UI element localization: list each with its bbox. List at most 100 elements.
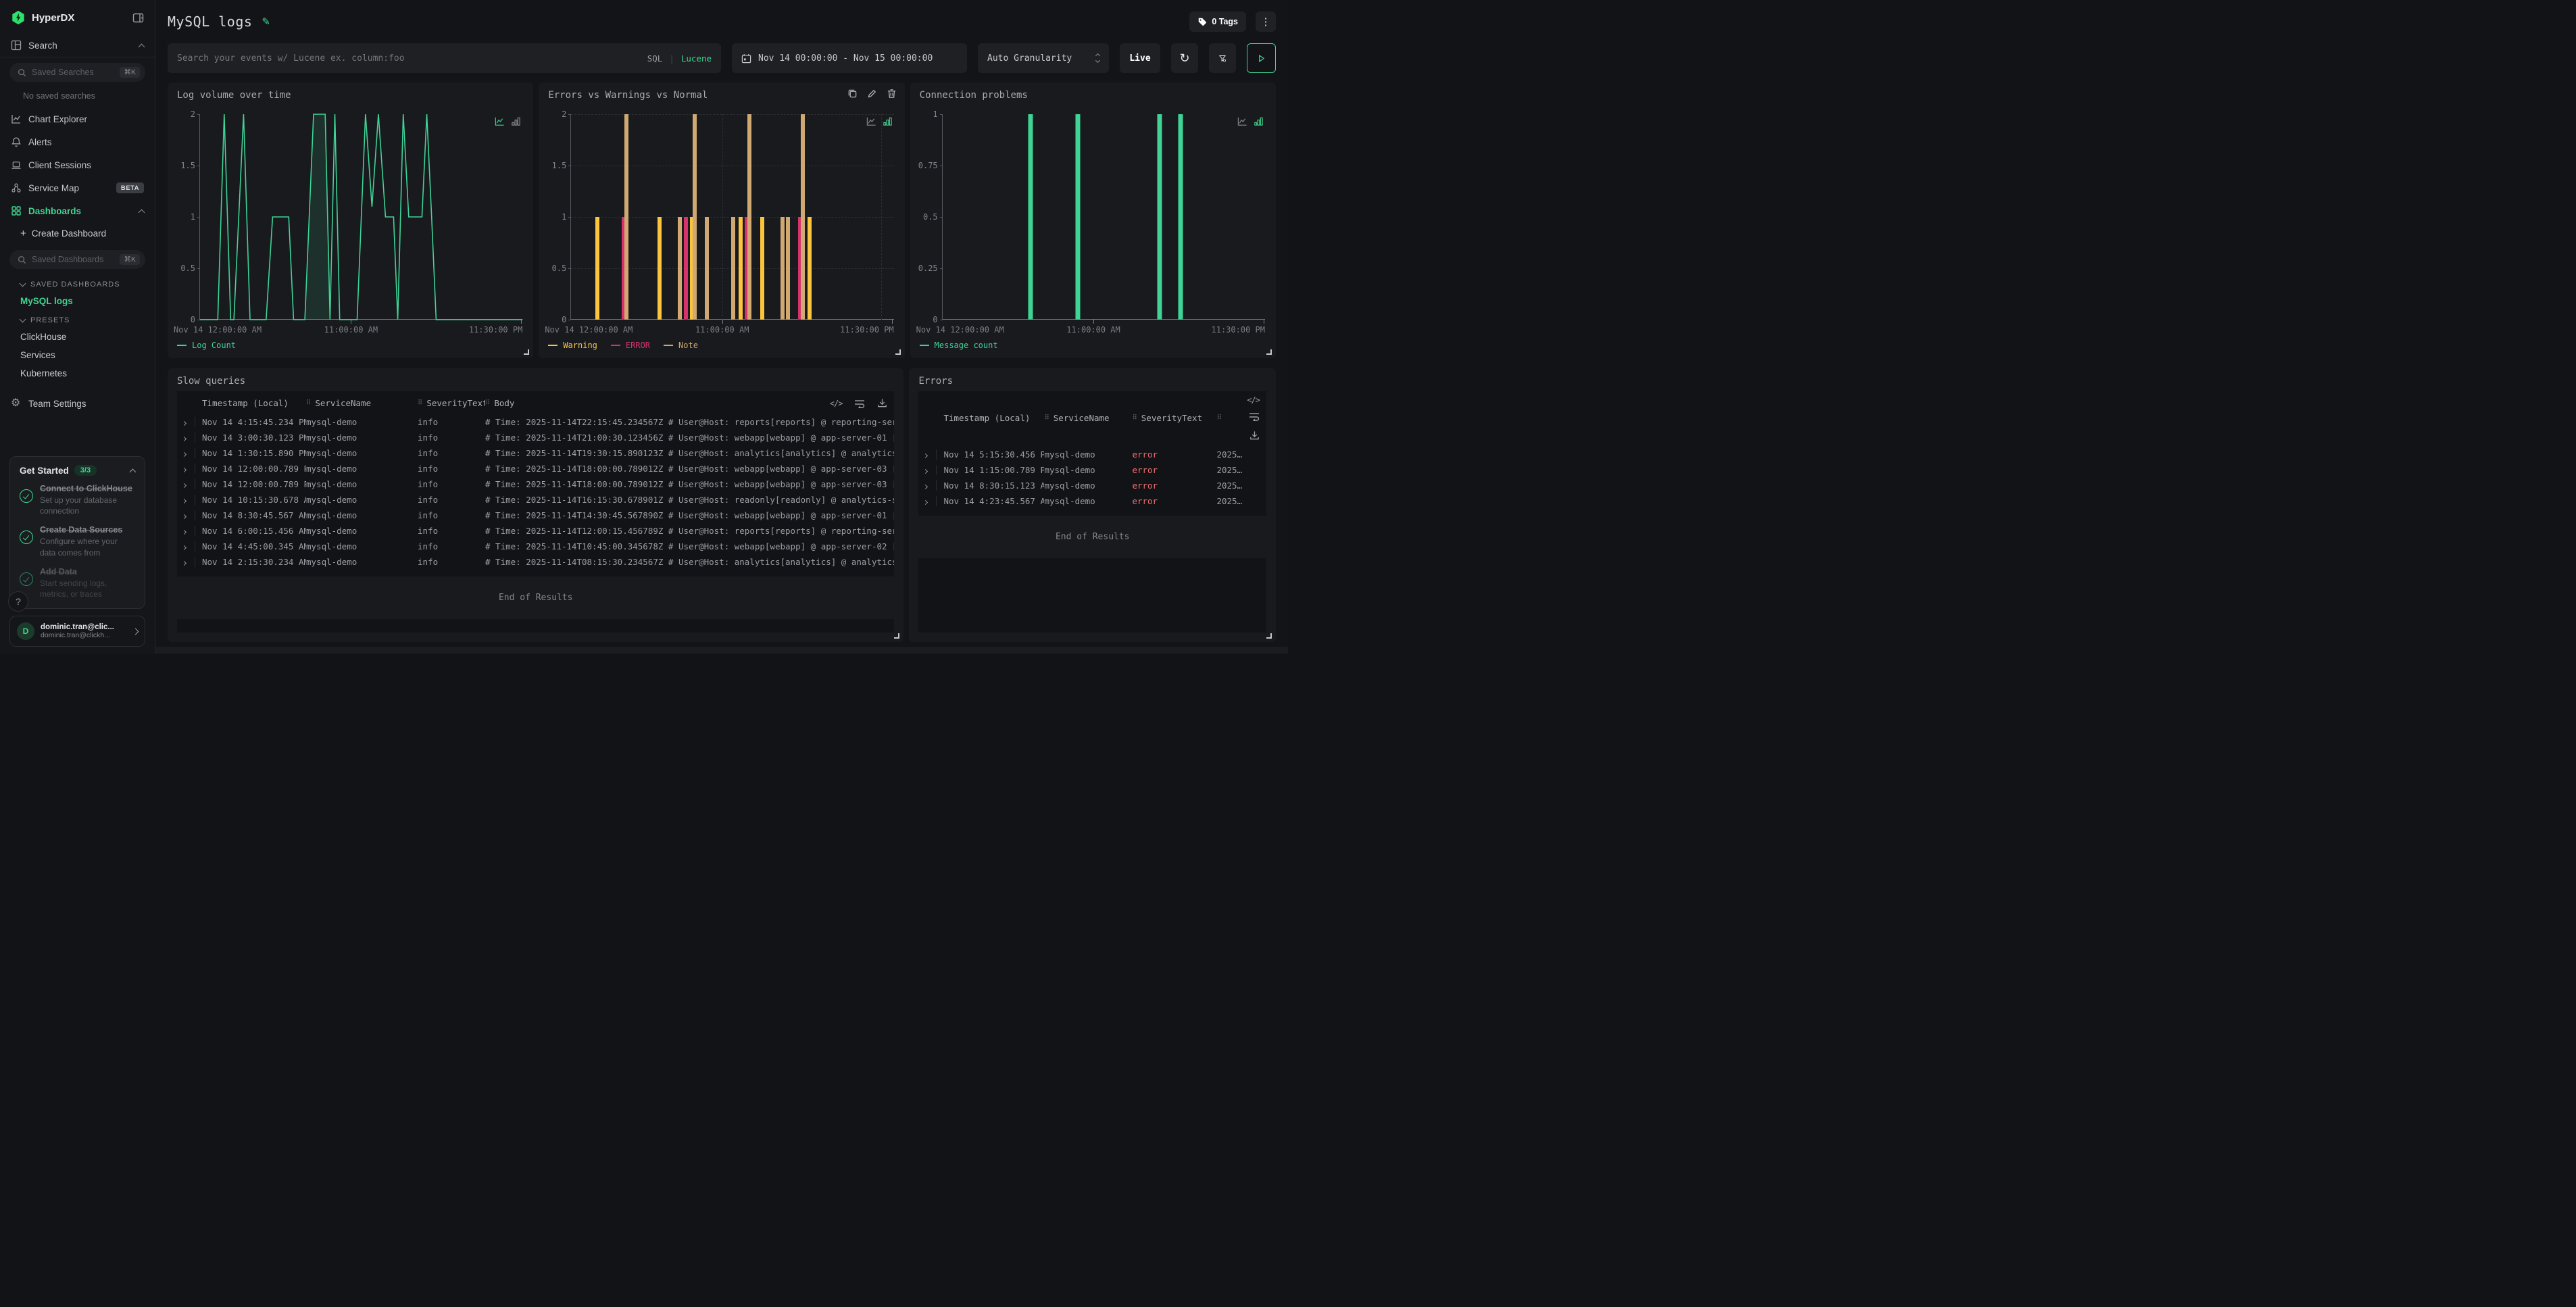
bar-message-count[interactable] [1178,114,1183,320]
bar-warning[interactable] [739,217,743,320]
bar-warning[interactable] [595,217,599,320]
bar-error[interactable] [684,217,688,320]
live-button[interactable]: Live [1120,43,1160,73]
tags-button[interactable]: 0 Tags [1189,11,1246,32]
bar-warning[interactable] [808,217,812,320]
granularity-select[interactable]: Auto Granularity [978,43,1109,73]
sidebar-item-search[interactable]: Search [0,34,155,57]
bar-note[interactable] [693,114,697,320]
table-row[interactable]: Nov 14 12:00:00.789 PMmysql-demoinfo# Ti… [177,461,894,476]
chevron-up-icon[interactable] [139,209,145,216]
bar-note[interactable] [678,217,682,320]
filter-button[interactable] [1209,43,1236,73]
chevron-up-icon[interactable] [139,43,145,50]
expand-row-icon[interactable] [177,464,195,474]
create-dashboard-button[interactable]: + Create Dashboard [0,222,155,245]
expand-row-icon[interactable] [177,495,195,505]
refresh-button[interactable]: ↻ [1171,43,1198,73]
bar-warning[interactable] [760,217,764,320]
table-row[interactable]: Nov 14 8:30:15.123 AMmysql-demoerror2025… [918,478,1266,493]
code-view-icon[interactable]: </> [1247,395,1260,405]
sidebar-item-chart-explorer[interactable]: Chart Explorer [0,107,155,130]
edit-icon[interactable] [867,89,877,99]
col-severitytext[interactable]: ⠿SeverityText [418,398,485,408]
event-search-input[interactable] [177,53,641,64]
bar-message-count[interactable] [1158,114,1162,320]
legend-item[interactable]: Warning [548,341,597,350]
duplicate-icon[interactable] [847,89,858,99]
table-row[interactable]: Nov 14 4:23:45.567 AMmysql-demoerror2025… [918,493,1266,509]
col-timestamp[interactable]: Timestamp (Local) [936,413,1044,423]
legend-item[interactable]: Note [664,341,698,350]
panel-menu-button[interactable]: ⋮ [1256,11,1276,32]
bar-chart-toggle-icon[interactable] [883,116,893,126]
bar-note[interactable] [705,217,709,320]
bar-note[interactable] [747,114,751,320]
expand-row-icon[interactable] [177,417,195,427]
expand-row-icon[interactable] [177,433,195,443]
run-query-button[interactable] [1247,43,1276,73]
bar-note[interactable] [781,217,785,320]
section-presets[interactable]: PRESETS [0,310,155,328]
col-servicename[interactable]: ⠿ServiceName [1044,413,1132,423]
chevron-up-icon[interactable] [130,468,137,475]
legend-item[interactable]: ERROR [611,341,650,350]
resize-handle[interactable] [1266,349,1272,355]
date-range-picker[interactable]: Nov 14 00:00:00 - Nov 15 00:00:00 [732,43,967,73]
resize-handle[interactable] [524,349,529,355]
edit-title-icon[interactable]: ✎ [262,16,270,28]
expand-row-icon[interactable] [918,496,936,506]
bar-note[interactable] [786,217,790,320]
table-row[interactable]: Nov 14 6:00:15.456 AMmysql-demoinfo# Tim… [177,523,894,539]
help-button[interactable]: ? [8,591,28,612]
bar-note[interactable] [731,217,735,320]
bar-message-count[interactable] [1028,114,1033,320]
task-create-data-sources[interactable]: Create Data Sources Configure where your… [20,525,135,558]
table-row[interactable]: Nov 14 4:45:00.345 AMmysql-demoinfo# Tim… [177,539,894,554]
event-search-box[interactable]: SQL | Lucene [168,43,721,73]
bar-warning[interactable] [658,217,662,320]
sidebar-item-dashboards[interactable]: Dashboards [0,199,155,222]
expand-row-icon[interactable] [918,465,936,475]
download-icon[interactable] [877,398,887,408]
wrap-lines-icon[interactable] [854,399,865,408]
table-row[interactable]: Nov 14 8:30:45.567 AMmysql-demoinfo# Tim… [177,508,894,523]
get-started-header[interactable]: Get Started 3/3 [20,465,135,476]
expand-row-icon[interactable] [177,510,195,520]
section-saved-dashboards[interactable]: SAVED DASHBOARDS [0,274,155,292]
task-add-data[interactable]: Add Data Start sending logs, metrics, or… [20,567,135,599]
sidebar-item-clickhouse[interactable]: ClickHouse [0,328,155,346]
expand-row-icon[interactable] [177,557,195,567]
delete-icon[interactable] [887,89,897,99]
expand-row-icon[interactable] [177,448,195,458]
expand-row-icon[interactable] [918,449,936,460]
expand-row-icon[interactable] [918,480,936,491]
sidebar-item-client-sessions[interactable]: Client Sessions [0,153,155,176]
bar-note[interactable] [624,114,628,320]
drag-handle-icon[interactable]: ⠿ [1044,414,1049,422]
table-row[interactable]: Nov 14 10:15:30.678 AMmysql-demoinfo# Ti… [177,492,894,508]
code-view-icon[interactable]: </> [830,399,843,408]
drag-handle-icon[interactable]: ⠿ [306,399,311,407]
lucene-toggle[interactable]: Lucene [681,53,712,64]
sidebar-item-services[interactable]: Services [0,346,155,364]
collapse-sidebar-icon[interactable] [132,12,144,24]
col-servicename[interactable]: ⠿ServiceName [306,398,418,408]
sidebar-item-kubernetes[interactable]: Kubernetes [0,364,155,383]
drag-handle-icon[interactable]: ⠿ [485,399,490,407]
sidebar-item-team-settings[interactable]: ⚙ Team Settings [0,392,155,415]
expand-row-icon[interactable] [177,541,195,551]
bar-chart-toggle-icon[interactable] [511,116,521,126]
legend-item[interactable]: Log Count [177,341,236,350]
table-row[interactable]: Nov 14 1:30:15.890 PMmysql-demoinfo# Tim… [177,445,894,461]
col-severitytext[interactable]: ⠿SeverityText [1132,413,1216,423]
resize-handle[interactable] [1266,633,1272,639]
bottom-scroll-track[interactable] [155,647,1288,654]
download-icon[interactable] [1249,430,1260,441]
sidebar-item-mysql-logs[interactable]: MySQL logs [0,292,155,310]
table-row[interactable]: Nov 14 4:15:45.234 PMmysql-demoinfo# Tim… [177,414,894,430]
line-chart-toggle-icon[interactable] [866,116,876,126]
sql-toggle[interactable]: SQL [647,53,663,64]
drag-handle-icon[interactable]: ⠿ [1132,414,1137,422]
task-connect-clickhouse[interactable]: Connect to ClickHouse Set up your databa… [20,484,135,516]
